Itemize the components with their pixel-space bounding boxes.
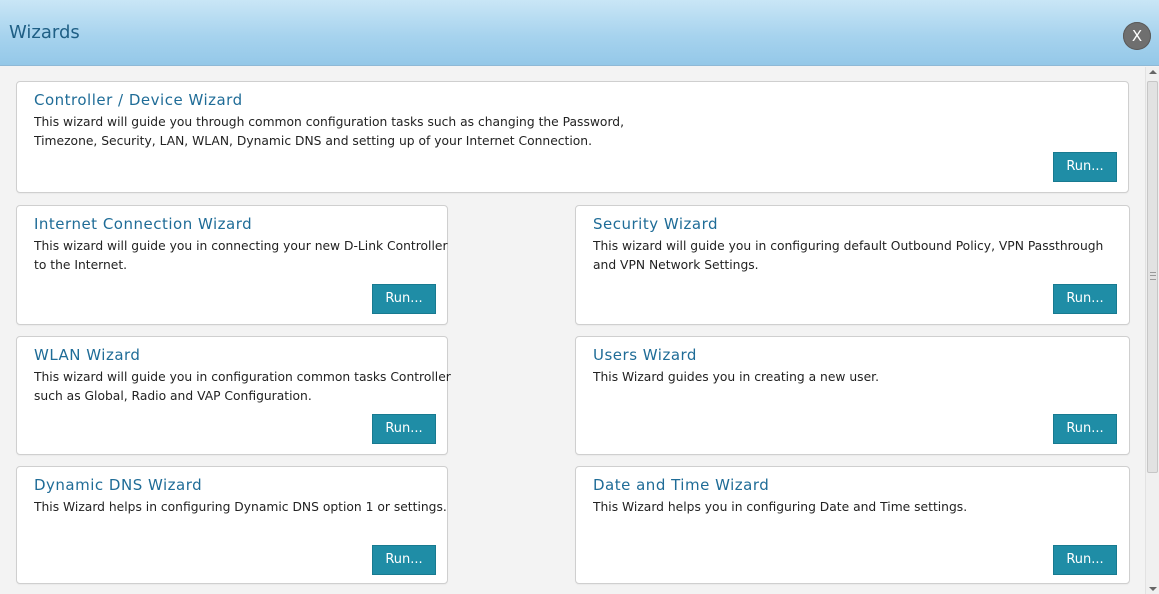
run-wlan-wizard-button[interactable]: Run... — [372, 414, 436, 444]
wizard-description: This wizard will guide you in connecting… — [34, 239, 448, 272]
run-date-time-wizard-button[interactable]: Run... — [1053, 545, 1117, 575]
scrollbar-grip-icon — [1150, 272, 1156, 280]
wizard-list: Controller / Device Wizard This wizard w… — [0, 67, 1145, 594]
vertical-scrollbar[interactable] — [1145, 67, 1159, 594]
scrollbar-thumb[interactable] — [1147, 81, 1158, 473]
wizard-description: This wizard will guide you through commo… — [34, 115, 625, 148]
wizard-description: This Wizard guides you in creating a new… — [593, 370, 879, 384]
dialog-title-bar: Wizards X — [0, 0, 1159, 66]
wizard-title: Users Wizard — [593, 346, 697, 364]
wizard-card-dynamic-dns: Dynamic DNS Wizard This Wizard helps in … — [16, 466, 448, 584]
wizard-card-wlan: WLAN Wizard This wizard will guide you i… — [16, 336, 451, 455]
dialog-title: Wizards — [9, 22, 80, 43]
wizard-title: Security Wizard — [593, 215, 719, 233]
wizard-description: This Wizard helps in configuring Dynamic… — [34, 500, 447, 514]
wizard-title: Dynamic DNS Wizard — [34, 476, 203, 494]
run-controller-device-wizard-button[interactable]: Run... — [1053, 152, 1117, 182]
wizard-card-security: Security Wizard This wizard will guide y… — [575, 205, 1130, 325]
wizard-description: This wizard will guide you in configurat… — [34, 370, 451, 403]
close-button[interactable]: X — [1123, 22, 1151, 50]
wizard-title: Date and Time Wizard — [593, 476, 770, 494]
wizard-title: Internet Connection Wizard — [34, 215, 253, 233]
wizard-card-users: Users Wizard This Wizard guides you in c… — [575, 336, 1130, 455]
wizard-card-internet-connection: Internet Connection Wizard This wizard w… — [16, 205, 448, 325]
scroll-down-arrow-icon[interactable] — [1149, 587, 1157, 591]
wizard-title: Controller / Device Wizard — [34, 91, 243, 109]
run-dynamic-dns-wizard-button[interactable]: Run... — [372, 545, 436, 575]
wizard-card-date-time: Date and Time Wizard This Wizard helps y… — [575, 466, 1130, 584]
wizard-card-controller-device: Controller / Device Wizard This wizard w… — [16, 81, 1129, 193]
scroll-up-arrow-icon[interactable] — [1149, 70, 1157, 74]
wizard-description: This wizard will guide you in configurin… — [593, 239, 1104, 272]
run-users-wizard-button[interactable]: Run... — [1053, 414, 1117, 444]
wizard-description: This Wizard helps you in configuring Dat… — [593, 500, 968, 514]
wizard-title: WLAN Wizard — [34, 346, 141, 364]
run-security-wizard-button[interactable]: Run... — [1053, 284, 1117, 314]
run-internet-connection-wizard-button[interactable]: Run... — [372, 284, 436, 314]
